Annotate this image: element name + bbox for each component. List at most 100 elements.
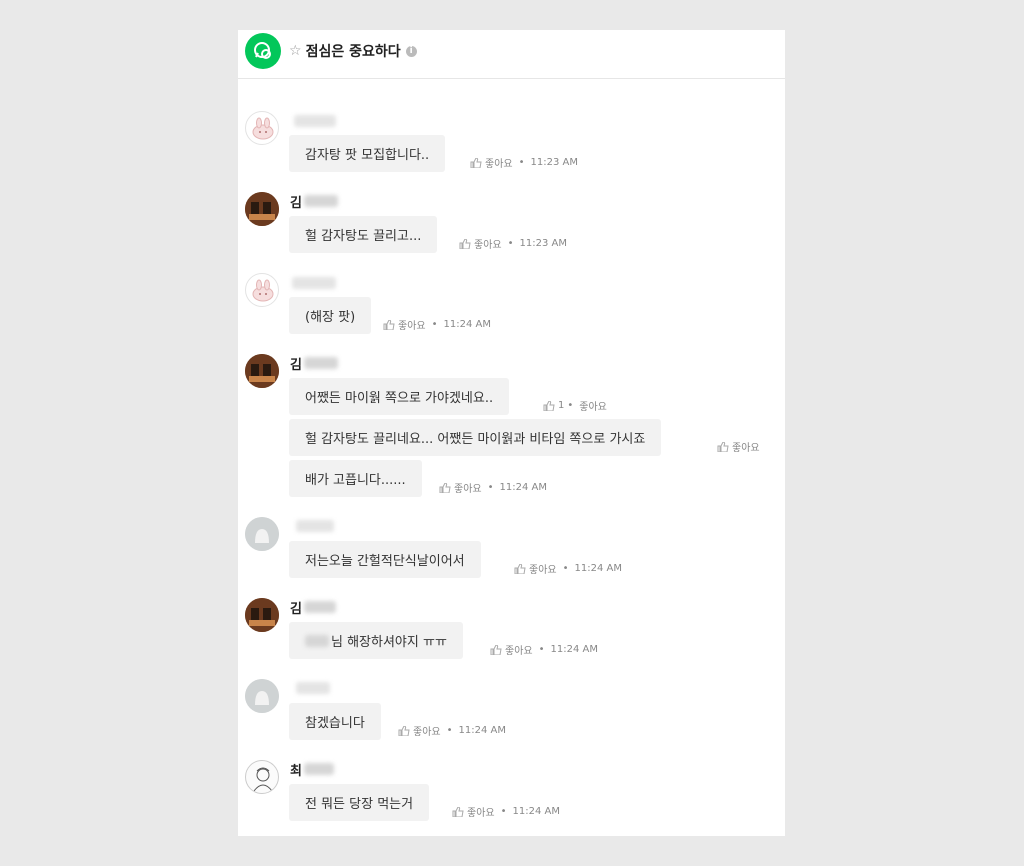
sketch-portrait-avatar-icon — [253, 767, 273, 792]
message-meta: 좋아요 • 11:24 AM — [383, 317, 491, 332]
sender-name — [290, 679, 330, 697]
like-label[interactable]: 좋아요 — [467, 804, 495, 819]
message-text: 전 뭐든 당장 먹는거 — [305, 797, 414, 812]
pink-bunny-avatar-icon — [252, 279, 274, 302]
sender-name-text: 김 — [290, 601, 302, 617]
avatar[interactable] — [245, 517, 279, 551]
blurred-name — [303, 195, 338, 207]
avatar[interactable] — [245, 192, 279, 226]
chat-logo-icon — [245, 33, 281, 69]
like-label[interactable]: 좋아요 — [398, 317, 426, 332]
photo-avatar-icon — [245, 354, 279, 388]
message-text: 참겠습니다 — [305, 716, 365, 731]
photo-avatar-icon — [245, 192, 279, 226]
thumbs-up-icon[interactable] — [490, 644, 502, 655]
message-text: 헐 감자탕도 끌리네요... 어쨌든 마이웕과 비타임 쪽으로 가시죠 — [305, 432, 646, 447]
title-row: ☆ 점심은 중요하다 i — [289, 41, 417, 61]
sender-name — [290, 517, 334, 535]
message-meta: 좋아요 • 11:24 AM — [452, 804, 560, 819]
thumbs-up-icon[interactable] — [543, 400, 555, 411]
thumbs-up-icon[interactable] — [383, 319, 395, 330]
message-text: 저는오늘 간헐적단식날이어서 — [305, 554, 465, 569]
avatar[interactable] — [245, 598, 279, 632]
thumbs-up-icon[interactable] — [452, 806, 464, 817]
message-meta: 좋아요 • 11:24 AM — [439, 480, 547, 495]
like-label[interactable]: 좋아요 — [454, 480, 482, 495]
message-meta: 좋아요 • 11:24 AM — [514, 561, 622, 576]
like-label[interactable]: 좋아요 — [732, 439, 760, 454]
sender-name — [290, 112, 336, 130]
thumbs-up-icon[interactable] — [717, 441, 729, 452]
like-label[interactable]: 좋아요 — [579, 398, 607, 413]
sender-name-text: 김 — [290, 357, 302, 373]
message-time: 11:24 AM — [499, 482, 547, 493]
sender-name: 최 — [290, 760, 334, 779]
like-label[interactable]: 좋아요 — [529, 561, 557, 576]
avatar[interactable] — [245, 111, 279, 145]
star-icon[interactable]: ☆ — [289, 42, 302, 60]
sender-name-text: 김 — [290, 195, 302, 211]
chat-header: ☆ 점심은 중요하다 i — [238, 30, 785, 79]
pink-bunny-avatar-icon — [252, 117, 274, 140]
message-text: 님 해장하셔야지 ㅠㅠ — [331, 635, 447, 650]
message-bubble[interactable]: 전 뭐든 당장 먹는거 — [289, 784, 430, 821]
message-text: 배가 고픕니다...... — [305, 473, 406, 488]
message-meta: 좋아요 • 11:23 AM — [470, 155, 578, 170]
blurred-name — [294, 115, 336, 127]
message-time: 11:24 AM — [574, 563, 622, 574]
sender-name: 김 — [290, 354, 338, 373]
thumbs-up-icon[interactable] — [439, 482, 451, 493]
message-time: 11:24 AM — [443, 319, 491, 330]
like-label[interactable]: 좋아요 — [485, 155, 513, 170]
message-meta: 좋아요 — [717, 439, 760, 454]
thumbs-up-icon[interactable] — [470, 157, 482, 168]
chat-panel: ☆ 점심은 중요하다 i 감자탕 팟 모집합니다.. 좋아요 • 11:23 AM — [238, 30, 785, 836]
sender-name-text: 최 — [290, 763, 302, 779]
message-text: (해장 팟) — [305, 310, 356, 325]
sender-name: 김 — [290, 598, 336, 617]
blurred-name — [292, 277, 336, 289]
avatar[interactable] — [245, 760, 279, 794]
message-bubble[interactable]: 참겠습니다 — [289, 703, 381, 740]
message-time: 11:24 AM — [458, 725, 506, 736]
blurred-name — [303, 357, 338, 369]
chat-title: 점심은 중요하다 — [305, 44, 401, 60]
message-text: 헐 감자탕도 끌리고... — [305, 229, 422, 244]
message-bubble[interactable]: 저는오늘 간헐적단식날이어서 — [289, 541, 481, 578]
info-icon[interactable]: i — [405, 45, 417, 57]
message-time: 11:23 AM — [519, 238, 567, 249]
thumbs-up-icon[interactable] — [398, 725, 410, 736]
message-bubble[interactable]: 어쨌든 마이웕 쪽으로 가야겠네요.. — [289, 378, 510, 415]
blurred-name — [296, 520, 334, 532]
thumbs-up-icon[interactable] — [514, 563, 526, 574]
message-meta: 1 • 좋아요 — [543, 398, 607, 413]
sender-name — [290, 274, 336, 292]
avatar[interactable] — [245, 273, 279, 307]
message-bubble[interactable]: 헐 감자탕도 끌리고... — [289, 216, 438, 253]
like-count: 1 — [558, 400, 565, 411]
message-meta: 좋아요 • 11:23 AM — [459, 236, 567, 251]
avatar[interactable] — [245, 354, 279, 388]
like-label[interactable]: 좋아요 — [505, 642, 533, 657]
ghost-avatar-icon — [245, 679, 279, 713]
like-label[interactable]: 좋아요 — [474, 236, 502, 251]
photo-avatar-icon — [245, 598, 279, 632]
message-bubble[interactable]: 감자탕 팟 모집합니다.. — [289, 135, 446, 172]
ghost-avatar-icon — [245, 517, 279, 551]
message-time: 11:23 AM — [530, 157, 578, 168]
message-time: 11:24 AM — [512, 806, 560, 817]
message-meta: 좋아요 • 11:24 AM — [398, 723, 506, 738]
message-bubble[interactable]: 헐 감자탕도 끌리네요... 어쨌든 마이웕과 비타임 쪽으로 가시죠 — [289, 419, 662, 456]
message-bubble[interactable]: 배가 고픕니다...... — [289, 460, 422, 497]
like-label[interactable]: 좋아요 — [413, 723, 441, 738]
blurred-name — [303, 601, 336, 613]
thumbs-up-icon[interactable] — [459, 238, 471, 249]
blurred-name — [303, 763, 334, 775]
avatar[interactable] — [245, 679, 279, 713]
message-bubble[interactable]: 님 해장하셔야지 ㅠㅠ — [289, 622, 463, 659]
message-meta: 좋아요 • 11:24 AM — [490, 642, 598, 657]
blurred-name — [296, 682, 330, 694]
blurred-mention — [305, 634, 329, 647]
message-time: 11:24 AM — [550, 644, 598, 655]
message-bubble[interactable]: (해장 팟) — [289, 297, 372, 334]
